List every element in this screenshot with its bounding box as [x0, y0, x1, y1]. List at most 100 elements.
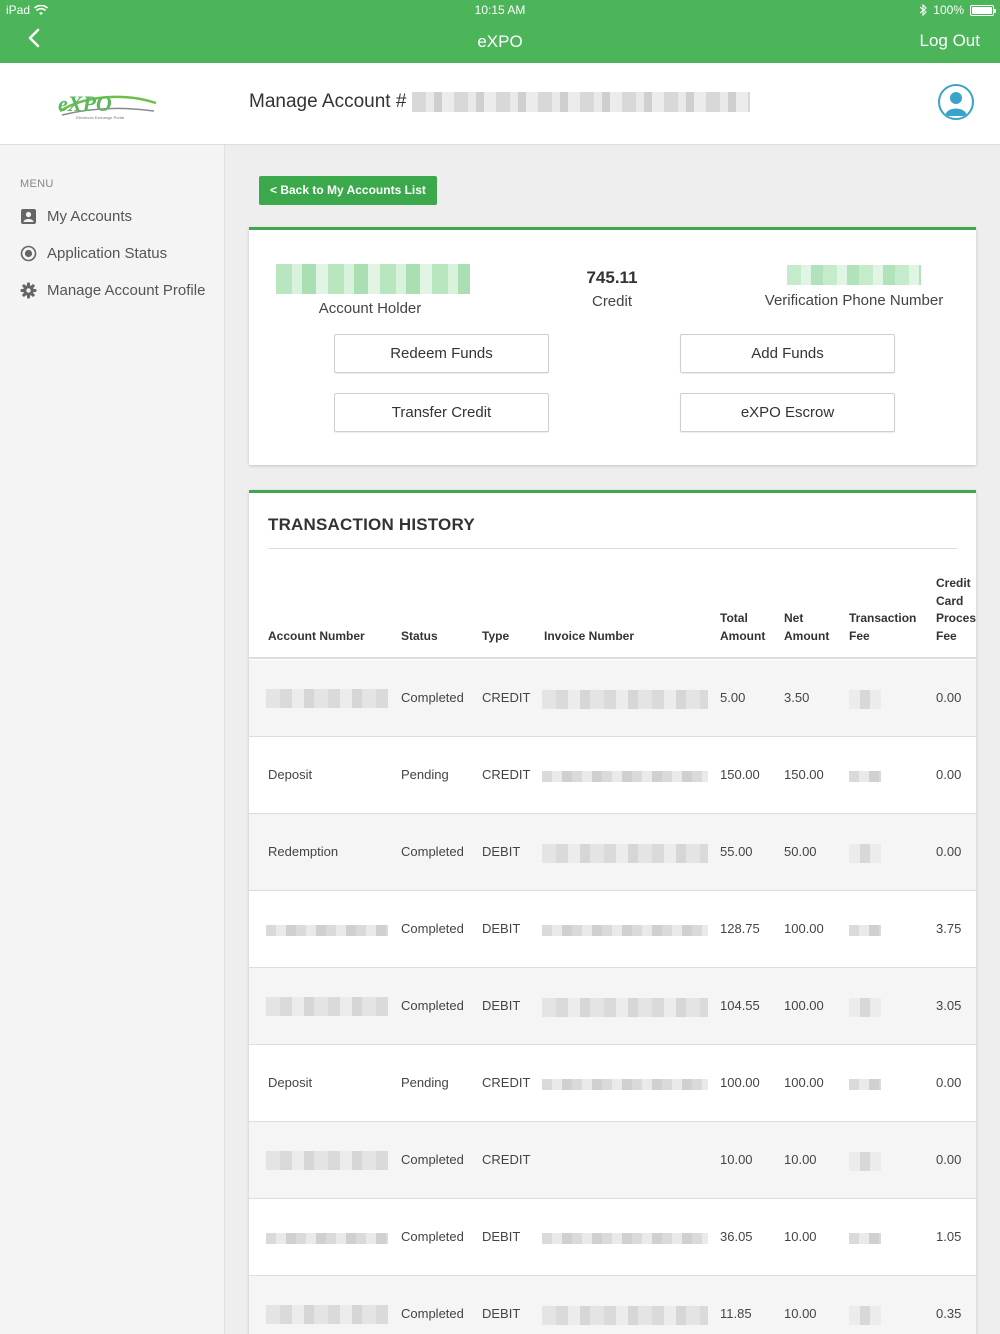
account-summary-card: Account Holder 745.11 Credit Verificatio…: [249, 227, 976, 465]
cell-account-number: Deposit: [268, 1075, 313, 1090]
cell-total-amount: 36.05: [720, 1229, 753, 1244]
credit-balance: 745.11 Credit: [562, 268, 662, 310]
redacted-invoice-number: [542, 771, 708, 782]
sidebar-item-my-accounts[interactable]: My Accounts: [20, 208, 132, 225]
col-invoice-number: Invoice Number: [544, 628, 635, 643]
cell-total-amount: 55.00: [720, 844, 753, 859]
logout-button[interactable]: Log Out: [920, 31, 981, 51]
redacted-invoice-number: [542, 1306, 708, 1325]
cell-net-amount: 50.00: [784, 844, 817, 859]
expo-logo: eXPO Electronic Exchange Portal: [58, 91, 157, 120]
battery-percent: 100%: [933, 3, 964, 17]
account-holder-label: Account Holder: [318, 300, 422, 317]
redacted-transaction-fee: [849, 925, 881, 936]
cell-cc-fee: 3.75: [936, 921, 962, 936]
add-funds-button[interactable]: Add Funds: [680, 334, 895, 373]
cell-status: Completed: [401, 921, 464, 936]
cell-cc-fee: 0.00: [936, 690, 962, 705]
cell-account-number: Deposit: [268, 767, 313, 782]
col-cc-processing-fee: Credit Card Processing Fee: [936, 576, 976, 643]
sidebar-item-label: Manage Account Profile: [47, 282, 206, 299]
cell-type: DEBIT: [482, 921, 521, 936]
cell-status: Completed: [401, 1306, 464, 1321]
app-title: eXPO: [477, 32, 523, 51]
radio-dot-icon: [20, 245, 37, 262]
table-row[interactable]: Completed CREDIT 10.00 10.00 0.00: [249, 1122, 976, 1199]
table-row[interactable]: Completed DEBIT 128.75 100.00 3.75: [249, 891, 976, 968]
back-to-accounts-button[interactable]: < Back to My Accounts List: [259, 176, 437, 205]
table-row[interactable]: Completed DEBIT 11.85 10.00 0.35: [249, 1276, 976, 1334]
redacted-invoice-number: [542, 844, 708, 863]
account-box-icon: [21, 209, 36, 224]
bluetooth-icon: [919, 4, 928, 16]
redacted-transaction-fee: [849, 1079, 881, 1090]
cell-cc-fee: 0.00: [936, 844, 962, 859]
status-bar-right: 100%: [919, 3, 996, 17]
logo-text: eXPO: [58, 91, 112, 116]
cell-cc-fee: 0.00: [936, 767, 962, 782]
redacted-account-number: [266, 925, 388, 936]
cell-status: Completed: [401, 690, 464, 705]
page-title: Manage Account #: [249, 91, 751, 113]
verification-phone-label: Verification Phone Number: [764, 292, 944, 309]
sidebar-item-manage-profile[interactable]: Manage Account Profile: [20, 282, 205, 299]
cell-net-amount: 3.50: [784, 690, 810, 705]
cell-status: Completed: [401, 998, 464, 1013]
cell-status: Completed: [401, 1152, 464, 1167]
table-row[interactable]: Completed DEBIT 36.05 10.00 1.05: [249, 1199, 976, 1276]
cell-total-amount: 150.00: [720, 767, 760, 782]
cell-net-amount: 10.00: [784, 1229, 817, 1244]
cell-net-amount: 100.00: [784, 1075, 824, 1090]
cell-status: Completed: [401, 1229, 464, 1244]
redacted-invoice-number: [542, 690, 708, 709]
redacted-invoice-number: [542, 925, 708, 936]
cell-net-amount: 150.00: [784, 767, 824, 782]
sidebar-item-label: Application Status: [47, 245, 168, 262]
cell-total-amount: 11.85: [720, 1306, 752, 1321]
cell-account-number: Redemption: [268, 844, 339, 859]
cell-cc-fee: 0.00: [936, 1075, 962, 1090]
redacted-account-number: [266, 1233, 388, 1244]
col-total-amount: Total Amount: [720, 611, 766, 643]
cell-status: Pending: [401, 1075, 449, 1090]
cell-total-amount: 128.75: [720, 921, 760, 936]
cell-type: DEBIT: [482, 1306, 521, 1321]
page-title-text: Manage Account #: [249, 91, 407, 112]
clock: 10:15 AM: [474, 3, 526, 17]
user-avatar[interactable]: [938, 84, 974, 120]
cell-cc-fee: 1.05: [936, 1229, 962, 1244]
expo-escrow-button[interactable]: eXPO Escrow: [680, 393, 895, 432]
page-header: eXPO Electronic Exchange Portal Manage A…: [0, 63, 1000, 145]
table-row[interactable]: Deposit Pending CREDIT 100.00 100.00 0.00: [249, 1045, 976, 1122]
redeem-funds-button[interactable]: Redeem Funds: [334, 334, 549, 373]
verification-phone: Verification Phone Number: [756, 265, 952, 309]
cell-net-amount: 100.00: [784, 998, 824, 1013]
cell-type: DEBIT: [482, 844, 521, 859]
cell-cc-fee: 0.35: [936, 1306, 962, 1321]
main-content: < Back to My Accounts List Account Holde…: [226, 145, 1000, 1334]
table-row[interactable]: Completed DEBIT 104.55 100.00 3.05: [249, 968, 976, 1045]
cell-cc-fee: 0.00: [936, 1152, 962, 1167]
redacted-account-number: [266, 689, 388, 708]
redacted-transaction-fee: [849, 1306, 881, 1325]
cell-net-amount: 100.00: [784, 921, 824, 936]
table-row[interactable]: Completed CREDIT 5.00 3.50 0.00: [249, 660, 976, 737]
gear-icon: [20, 282, 37, 299]
cell-type: CREDIT: [482, 690, 531, 705]
col-account-number: Account Number: [268, 628, 365, 643]
transaction-history-title: TRANSACTION HISTORY: [268, 515, 475, 534]
user-avatar-icon: [945, 92, 967, 116]
redacted-transaction-fee: [849, 690, 881, 709]
cell-cc-fee: 3.05: [936, 998, 962, 1013]
app-top-bar: iPad 10:15 AM 100% eXPO Log Out: [0, 0, 1000, 63]
table-row[interactable]: Redemption Completed DEBIT 55.00 50.00 0.00: [249, 814, 976, 891]
table-row[interactable]: Deposit Pending CREDIT 150.00 150.00 0.00: [249, 737, 976, 814]
redacted-transaction-fee: [849, 1233, 881, 1244]
transfer-credit-button[interactable]: Transfer Credit: [334, 393, 549, 432]
cell-type: CREDIT: [482, 1075, 531, 1090]
redacted-account-number: [266, 997, 388, 1016]
col-type: Type: [482, 628, 510, 643]
sidebar-item-application-status[interactable]: Application Status: [20, 245, 167, 262]
battery-icon: [970, 4, 996, 16]
redacted-transaction-fee: [849, 771, 881, 782]
